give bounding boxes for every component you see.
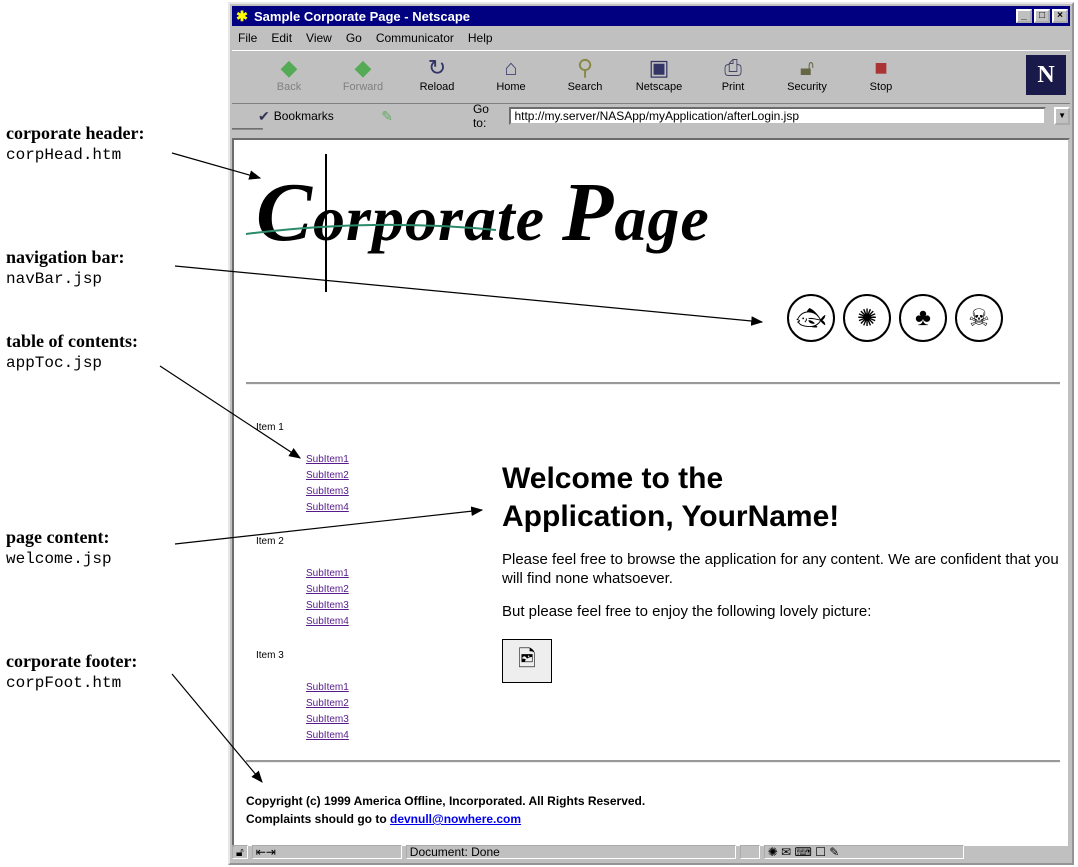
- bookmarks-button[interactable]: ✔ Bookmarks: [258, 108, 377, 125]
- forward-icon: ◆: [354, 55, 372, 80]
- toc-item: Item 1: [256, 422, 284, 433]
- annotation-file: appToc.jsp: [6, 353, 103, 372]
- back-button[interactable]: ◆ Back: [260, 55, 318, 93]
- toc-subitem-link[interactable]: SubItem3: [306, 486, 349, 497]
- toc-subitem-link[interactable]: SubItem4: [306, 616, 349, 627]
- annotation-corporate-footer: corporate footer: corpFoot.htm: [6, 650, 137, 693]
- navigation-toolbar: ◆ Back ◆ Forward ↻ Reload ⌂ Home ⚲ Search ▣ Ne…: [232, 50, 1070, 104]
- toc-subitem-link[interactable]: SubItem3: [306, 714, 349, 725]
- footer-divider: [246, 760, 1060, 763]
- toc-subitem-link[interactable]: SubItem1: [306, 454, 349, 465]
- print-button[interactable]: ⎙ Print: [704, 55, 762, 93]
- status-text: Document: Done: [405, 845, 736, 859]
- annotation-corporate-header: corporate header: corpHead.htm: [6, 122, 144, 165]
- stop-button[interactable]: ■ Stop: [852, 55, 910, 93]
- print-icon: ⎙: [724, 55, 742, 80]
- annotation-navigation-bar: navigation bar: navBar.jsp: [6, 246, 125, 289]
- annotation-file: navBar.jsp: [6, 269, 103, 288]
- home-icon: ⌂: [504, 55, 518, 80]
- navigation-bar: 🐟︎ ✺ ♣ ☠: [787, 294, 1003, 342]
- annotation-file: corpHead.htm: [6, 145, 122, 164]
- minimize-button[interactable]: _: [1016, 9, 1032, 23]
- annotation-table-of-contents: table of contents: appToc.jsp: [6, 330, 138, 373]
- search-icon: ⚲: [576, 55, 594, 80]
- toc-item: Item 3: [256, 650, 284, 661]
- title-bar[interactable]: ✱ Sample Corporate Page - Netscape _ □ ×: [232, 6, 1070, 26]
- url-dropdown-icon[interactable]: ▼: [1054, 107, 1070, 125]
- menu-help[interactable]: Help: [468, 31, 493, 45]
- toc-subitem-link[interactable]: SubItem2: [306, 584, 349, 595]
- broken-image-icon: 🖻︎: [502, 639, 552, 683]
- annotation-title: table of contents:: [6, 331, 138, 351]
- menu-edit[interactable]: Edit: [271, 31, 292, 45]
- page-viewport: Corporate Page 🐟︎ ✺ ♣ ☠ Item 1 SubItem1 …: [232, 138, 1070, 848]
- menu-file[interactable]: File: [238, 31, 257, 45]
- page-content: Welcome to the Application, YourName! Pl…: [502, 460, 1062, 683]
- welcome-heading: Welcome to the Application, YourName!: [502, 462, 840, 533]
- complaints-email-link[interactable]: devnull@nowhere.com: [390, 812, 521, 826]
- intro-paragraph: Please feel free to browse the applicati…: [502, 551, 1059, 587]
- connection-icon: ⇤⇥: [251, 845, 402, 859]
- annotation-file: corpFoot.htm: [6, 673, 122, 692]
- close-button[interactable]: ×: [1052, 9, 1068, 23]
- bookmarks-icon: ✔: [258, 107, 270, 124]
- netscape-app-icon: ✱: [236, 8, 248, 24]
- reload-button[interactable]: ↻ Reload: [408, 55, 466, 93]
- netscape-icon: ▣: [648, 55, 670, 80]
- menu-view[interactable]: View: [306, 31, 332, 45]
- annotation-title: corporate header:: [6, 123, 145, 143]
- annotation-file: welcome.jsp: [6, 549, 112, 568]
- goto-label: Go to:: [472, 102, 489, 130]
- toc-item: Item 2: [256, 536, 284, 547]
- back-icon: ◆: [280, 55, 298, 80]
- progress-bar: [739, 845, 760, 859]
- complaints-line: Complaints should go to devnull@nowhere.…: [246, 812, 522, 826]
- annotation-title: page content:: [6, 527, 110, 547]
- header-divider: [246, 382, 1060, 385]
- page-proxy-icon[interactable]: ✎: [381, 108, 393, 125]
- url-input[interactable]: http://my.server/NASApp/myApplication/af…: [509, 107, 1047, 125]
- toc-subitem-link[interactable]: SubItem3: [306, 600, 349, 611]
- netscape-button[interactable]: ▣ Netscape: [630, 55, 688, 93]
- menu-bar: File Edit View Go Communicator Help: [234, 28, 493, 48]
- annotation-page-content: page content: welcome.jsp: [6, 526, 112, 569]
- window-title: Sample Corporate Page - Netscape: [254, 8, 471, 24]
- toc-subitem-link[interactable]: SubItem4: [306, 502, 349, 513]
- picture-paragraph: But please feel free to enjoy the follow…: [502, 603, 872, 620]
- menu-communicator[interactable]: Communicator: [376, 31, 454, 45]
- forward-button[interactable]: ◆ Forward: [334, 55, 392, 93]
- copyright-text: Copyright (c) 1999 America Offline, Inco…: [246, 794, 646, 808]
- corporate-footer: Copyright (c) 1999 America Offline, Inco…: [246, 792, 645, 828]
- toolbar-grip[interactable]: ▔▔▔▔▔: [232, 129, 263, 138]
- fish-nav-icon[interactable]: 🐟︎: [787, 294, 835, 342]
- toc-subitem-link[interactable]: SubItem4: [306, 730, 349, 741]
- browser-window: ✱ Sample Corporate Page - Netscape _ □ ×…: [228, 2, 1074, 865]
- starburst-nav-icon[interactable]: ✺: [843, 294, 891, 342]
- toc-subitem-link[interactable]: SubItem2: [306, 470, 349, 481]
- menu-go[interactable]: Go: [346, 31, 362, 45]
- netscape-logo[interactable]: N: [1026, 55, 1066, 95]
- component-bar-icons[interactable]: ✺ ✉ ⌨ ☐ ✎: [763, 845, 964, 859]
- toc-subitem-link[interactable]: SubItem1: [306, 568, 349, 579]
- maximize-button[interactable]: □: [1034, 9, 1050, 23]
- security-icon: 🔓︎: [799, 55, 815, 80]
- security-lock-icon[interactable]: 🔓︎: [232, 845, 248, 859]
- reload-icon: ↻: [427, 55, 447, 80]
- skull-nav-icon[interactable]: ☠: [955, 294, 1003, 342]
- location-bar: ✔ Bookmarks ✎ Go to: http://my.server/NA…: [232, 102, 1070, 130]
- stop-icon: ■: [874, 55, 888, 80]
- annotation-title: navigation bar:: [6, 247, 125, 267]
- search-button[interactable]: ⚲ Search: [556, 55, 614, 93]
- annotation-title: corporate footer:: [6, 651, 138, 671]
- logo-crosshair: [245, 154, 497, 292]
- toc-subitem-link[interactable]: SubItem1: [306, 682, 349, 693]
- home-button[interactable]: ⌂ Home: [482, 55, 540, 93]
- toc-subitem-link[interactable]: SubItem2: [306, 698, 349, 709]
- security-button[interactable]: 🔓︎ Security: [778, 55, 836, 93]
- status-bar: 🔓︎ ⇤⇥ Document: Done ✺ ✉ ⌨ ☐ ✎: [232, 843, 1070, 861]
- club-nav-icon[interactable]: ♣: [899, 294, 947, 342]
